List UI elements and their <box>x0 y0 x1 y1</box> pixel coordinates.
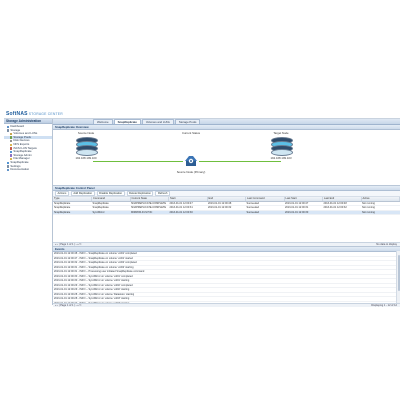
tab[interactable]: Volumes and LUNs <box>141 119 174 124</box>
top-header: SoftNASSTORAGE CENTER <box>4 110 400 119</box>
events-summary: Displaying 1 - 12 of 12 <box>371 304 397 307</box>
overview-panel: SnapReplicate Overview Source Node 192.1… <box>53 125 400 186</box>
replication-status-icon <box>183 152 199 168</box>
sidebar-item[interactable]: Documentation <box>4 168 52 172</box>
table-cell <box>322 210 361 216</box>
navigation-tree: Dashboard Storage Volumes and LUNs Storage … <box>4 124 52 172</box>
main-area: Welcome SnapReplicate Volumes and LUNs Stor… <box>53 119 400 307</box>
target-link <box>199 161 281 163</box>
control-pager: « ‹ | Page 1 of 1 | › » ↻ No data to dis… <box>53 242 400 246</box>
pager-refresh-icon[interactable]: ↻ <box>79 243 81 246</box>
events-page-text: Page 1 of 1 <box>60 304 74 307</box>
replication-table: Type Command Current State Start End Last Com… <box>53 197 400 216</box>
table-cell: SyncMirror <box>91 210 130 216</box>
events-prev-icon[interactable]: ‹ <box>57 304 58 307</box>
table-cell: Succeeded <box>245 210 284 216</box>
tab[interactable]: Welcome <box>93 119 113 124</box>
toolbar-button[interactable]: Add Replication <box>70 190 95 197</box>
source-link <box>93 161 183 163</box>
app-logo: SoftNASSTORAGE CENTER <box>6 111 63 117</box>
toolbar-button[interactable]: Disable Replication <box>96 190 125 197</box>
sidebar-item-label: Documentation <box>10 167 30 172</box>
source-node-label: Source Node <box>77 131 95 135</box>
target-node[interactable]: Target Node 192.168.199.103 <box>260 131 302 160</box>
table-cell: 2013-01-01 12:00:30 <box>284 210 323 216</box>
events-pager: « ‹ | Page 1 of 1 | › » ↻ Displaying 1 -… <box>53 303 400 307</box>
toolbar-button[interactable]: Refresh <box>155 190 170 197</box>
target-disk-icon <box>271 137 293 156</box>
status-caption: Source Node (Primary) <box>176 170 206 174</box>
table-cell: 2013-01-01 12:00:30 <box>168 210 207 216</box>
source-disk-icon <box>76 137 98 156</box>
pager-page-text: Page 1 of 1 <box>60 243 74 246</box>
sidebar: Storage Administration Dashboard Storage V… <box>4 119 53 305</box>
source-node-ip: 192.168.199.100 <box>75 156 97 160</box>
table-cell: Not running <box>361 210 400 216</box>
events-panel: Events 2013-01-01 12:00:48 - INFO -- Sna… <box>53 247 400 307</box>
events-list: 2013-01-01 12:00:48 - INFO -- SnapReplic… <box>53 252 400 306</box>
overview-header: SnapReplicate Overview <box>53 125 400 130</box>
target-node-ip: 192.168.199.103 <box>270 156 292 160</box>
table-cell: MIRROR-IN-SYNC <box>130 210 169 216</box>
app-window: SoftNASSTORAGE CENTER Storage Administra… <box>4 110 400 307</box>
table-cell <box>207 210 246 216</box>
events-scrollbar[interactable] <box>396 251 400 303</box>
scrollbar-thumb[interactable] <box>397 255 400 291</box>
tab[interactable]: SnapReplicate <box>113 119 141 124</box>
status-node: Current Status <box>170 131 212 135</box>
target-node-label: Target Node <box>273 131 289 135</box>
events-refresh-icon[interactable]: ↻ <box>79 304 81 307</box>
control-panel: SnapReplicate Control Panel Actions Add R… <box>53 186 400 247</box>
pager-prev-icon[interactable]: ‹ <box>57 243 58 246</box>
toolbar-button[interactable]: Delete Replication <box>126 190 154 197</box>
book-icon <box>7 168 10 172</box>
status-label: Current Status <box>181 131 201 135</box>
source-node[interactable]: Source Node 192.168.199.100 <box>65 131 107 160</box>
tab[interactable]: Storage Pools <box>174 119 201 124</box>
table-row[interactable]: SnapReplicate SyncMirror MIRROR-IN-SYNC 201… <box>53 210 400 216</box>
pager-summary: No data to display <box>376 243 397 246</box>
table-cell: SnapReplicate <box>53 210 92 216</box>
toolbar-button[interactable]: Actions <box>55 190 69 197</box>
